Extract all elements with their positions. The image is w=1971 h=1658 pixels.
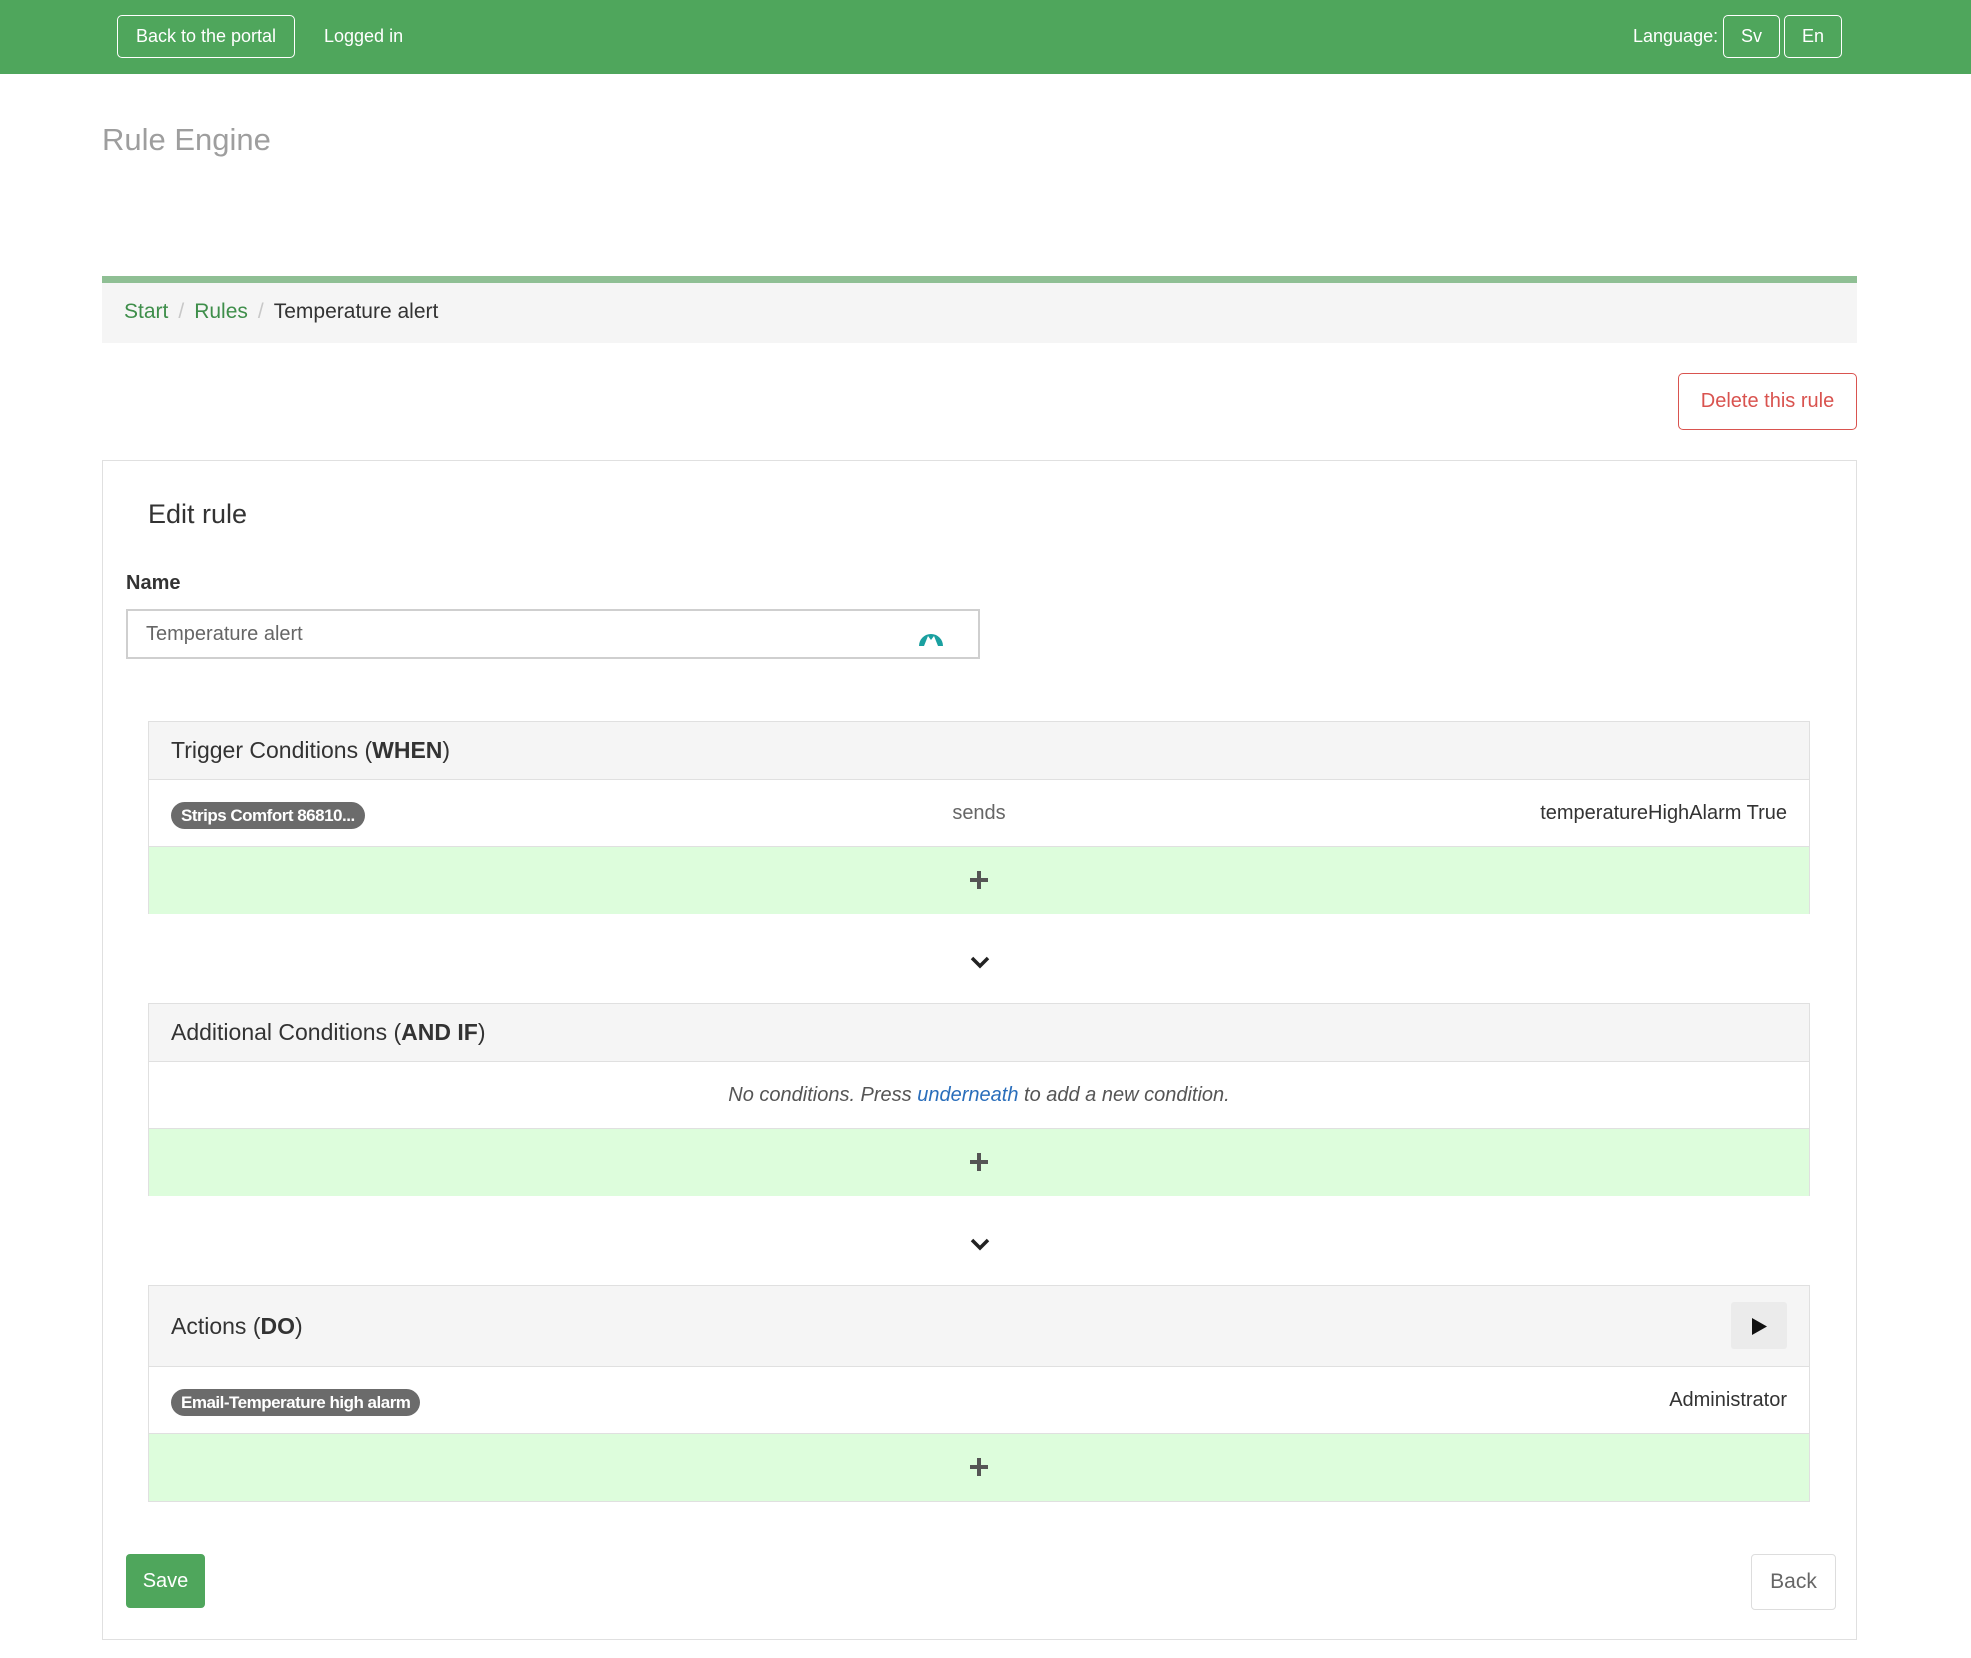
plus-icon <box>970 1458 988 1476</box>
additional-title-prefix: Additional Conditions ( <box>171 1019 402 1045</box>
additional-title-suffix: ) <box>477 1019 486 1045</box>
top-navbar: Back to the portal Logged in Language: S… <box>0 0 1971 74</box>
actions-title-bold: DO <box>260 1313 295 1339</box>
underneath-link[interactable]: underneath <box>917 1084 1018 1106</box>
edit-rule-card: Edit rule Name Temperature alert Trigger… <box>102 460 1857 1640</box>
additional-title-bold: AND IF <box>401 1019 478 1045</box>
language-label: Language: <box>1633 26 1719 46</box>
back-to-portal-button[interactable]: Back to the portal <box>117 15 295 58</box>
chevron-down-icon <box>970 956 989 969</box>
trigger-title-prefix: Trigger Conditions ( <box>171 737 373 763</box>
additional-conditions-header: Additional Conditions (AND IF) <box>149 1004 1809 1062</box>
breadcrumb-separator: / <box>178 300 185 323</box>
language-en-button[interactable]: En <box>1784 15 1842 58</box>
play-icon <box>1752 1318 1767 1335</box>
back-button[interactable]: Back <box>1751 1554 1836 1610</box>
breadcrumb: Start / Rules / Temperature alert <box>102 276 1857 343</box>
breadcrumb-rules[interactable]: Rules <box>194 300 248 323</box>
actions-title-suffix: ) <box>294 1313 303 1339</box>
additional-conditions-panel: Additional Conditions (AND IF) No condit… <box>148 1003 1810 1196</box>
actions-panel: Actions (DO) Email-Temperature high alar… <box>148 1285 1810 1502</box>
password-manager-icon[interactable] <box>916 619 946 649</box>
action-recipient: Administrator <box>1669 1389 1787 1411</box>
save-button[interactable]: Save <box>126 1554 205 1608</box>
breadcrumb-separator: / <box>257 300 264 323</box>
trigger-conditions-header: Trigger Conditions (WHEN) <box>149 722 1809 780</box>
empty-text-after: to add a new condition. <box>1018 1084 1230 1106</box>
action-row[interactable]: Email-Temperature high alarm Administrat… <box>149 1367 1809 1434</box>
delete-rule-button[interactable]: Delete this rule <box>1678 373 1857 430</box>
empty-text-before: No conditions. Press <box>728 1084 918 1106</box>
add-condition-button[interactable] <box>149 1129 1809 1196</box>
name-input[interactable]: Temperature alert <box>126 609 980 659</box>
logged-in-status: Logged in <box>324 26 404 46</box>
plus-icon <box>970 871 988 889</box>
language-sv-button[interactable]: Sv <box>1723 15 1780 58</box>
add-action-button[interactable] <box>149 1434 1809 1501</box>
trigger-value: temperatureHighAlarm True <box>1540 802 1787 824</box>
page-title: Rule Engine <box>102 122 271 157</box>
breadcrumb-current: Temperature alert <box>273 300 439 323</box>
action-badge[interactable]: Email-Temperature high alarm <box>171 1389 421 1416</box>
edit-rule-title: Edit rule <box>148 499 248 529</box>
run-actions-button[interactable] <box>1731 1302 1787 1349</box>
actions-title-prefix: Actions ( <box>171 1313 261 1339</box>
breadcrumb-start[interactable]: Start <box>124 300 168 323</box>
plus-icon <box>970 1153 988 1171</box>
name-input-value: Temperature alert <box>146 623 303 645</box>
trigger-conditions-panel: Trigger Conditions (WHEN) Strips Comfort… <box>148 721 1810 914</box>
trigger-condition-row[interactable]: Strips Comfort 86810... sends temperatur… <box>149 780 1809 847</box>
actions-header: Actions (DO) <box>149 1286 1809 1367</box>
chevron-down-icon <box>970 1238 989 1251</box>
trigger-title-bold: WHEN <box>372 737 443 763</box>
name-label: Name <box>126 572 181 594</box>
trigger-title-suffix: ) <box>442 737 451 763</box>
no-conditions-message: No conditions. Press underneath to add a… <box>149 1062 1809 1129</box>
add-trigger-button[interactable] <box>149 847 1809 914</box>
